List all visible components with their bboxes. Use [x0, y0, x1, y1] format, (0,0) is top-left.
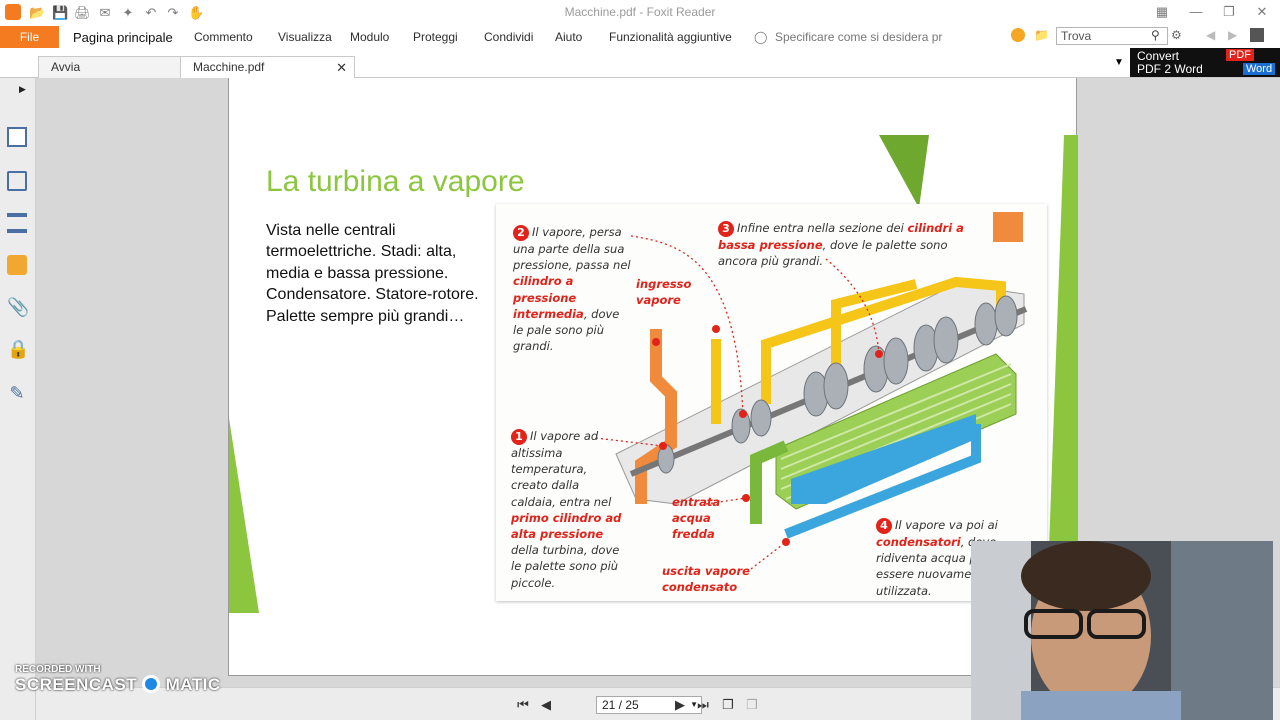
convert-pdf-banner[interactable]: Convert PDF 2 Word PDF Word	[1130, 48, 1280, 77]
label-ingresso-vapore: ingresso vapore	[636, 277, 692, 307]
annotation-2-number: 2	[513, 225, 529, 241]
menu-home[interactable]: Pagina principale	[73, 30, 173, 45]
menu-protect[interactable]: Proteggi	[413, 30, 458, 44]
label-entrata-acqua: entrata acqua fredda	[672, 495, 721, 541]
menu-share[interactable]: Condividi	[484, 30, 533, 44]
annotation-4-number: 4	[876, 518, 892, 534]
expand-panel-icon[interactable]: ▶	[19, 84, 26, 95]
pages-icon[interactable]	[7, 171, 27, 191]
label-uscita-vapore: uscita vapore condensato	[662, 564, 750, 594]
screencast-watermark: RECORDED WITH SCREENCAST MATIC	[15, 664, 221, 695]
menu-comment[interactable]: Commento	[194, 30, 253, 44]
annotation-4-highlight: condensatori	[876, 535, 961, 549]
annotation-3-text: Infine entra nella sezione dei	[737, 221, 908, 235]
annotation-1-text: Il vapore ad altissima temperatura, crea…	[511, 429, 612, 509]
screencast-logo-icon	[142, 675, 161, 693]
page-number: 21 / 25	[602, 698, 639, 712]
document-tabs: Avvia Macchine.pdf ✕ ▼	[0, 51, 1280, 78]
first-page-button[interactable]: ⏮	[515, 697, 531, 713]
next-page-button[interactable]: ▶	[672, 697, 688, 713]
layers-icon[interactable]	[7, 213, 27, 233]
tab-label: Macchine.pdf	[193, 60, 265, 74]
menu-help[interactable]: Aiuto	[555, 30, 582, 44]
annotation-3: 3 Infine entra nella sezione dei cilindri…	[718, 220, 968, 269]
title-bar: 📂 💾 🖨 ✉ ✦ ↶ ↷ ✋ Macchine.pdf - Foxit Rea…	[0, 0, 1280, 26]
tab-avvia[interactable]: Avvia	[38, 56, 182, 78]
restore-button[interactable]: ❐	[1219, 3, 1239, 21]
forward-icon[interactable]: ▶	[1228, 28, 1237, 42]
tell-me-input[interactable]: Specificare come si desidera pr	[775, 30, 942, 44]
user-icon[interactable]	[1250, 28, 1264, 42]
back-icon[interactable]: ◀	[1206, 28, 1215, 42]
word-badge: Word	[1243, 63, 1276, 75]
watermark-line2: SCREENCAST	[15, 675, 138, 694]
annotation-1-rest: della turbina, dove le palette sono più …	[511, 543, 620, 590]
convert-line2: PDF 2 Word	[1137, 62, 1203, 76]
lightbulb-icon: ◯	[754, 30, 768, 44]
tab-list-icon[interactable]: ▼	[1114, 57, 1124, 68]
search-icon[interactable]: ⚲	[1151, 28, 1160, 42]
webcam-image	[971, 541, 1273, 720]
watermark-line1: RECORDED WITH	[15, 664, 101, 675]
turbine-diagram: 2 Il vapore, persa una parte della sua pr…	[496, 204, 1047, 601]
gear-icon[interactable]: ⚙	[1171, 28, 1182, 42]
minimize-button[interactable]: —	[1186, 3, 1206, 21]
annotation-2-highlight: cilindro a pressione intermedia	[513, 274, 584, 321]
menu-form[interactable]: Modulo	[350, 30, 389, 44]
next-view-icon[interactable]: ❐	[744, 697, 760, 713]
annotation-1-highlight: primo cilindro ad alta pressione	[511, 510, 622, 542]
annotation-2-text: Il vapore, persa una parte della sua pre…	[513, 225, 631, 273]
last-page-button[interactable]: ⏭	[695, 697, 711, 713]
annotation-1: 1 Il vapore ad altissima temperatura, cre…	[511, 428, 626, 591]
prev-page-button[interactable]: ◀	[538, 697, 554, 713]
annotation-2: 2 Il vapore, persa una parte della sua pr…	[513, 224, 631, 354]
pdf-badge: PDF	[1226, 49, 1254, 61]
layout-icon[interactable]: ▦	[1152, 3, 1172, 21]
tab-label: Avvia	[51, 60, 81, 74]
smile-icon[interactable]	[1011, 28, 1025, 42]
signature-icon[interactable]: ✎	[7, 383, 27, 403]
menu-addons[interactable]: Funzionalità aggiuntive	[609, 30, 732, 44]
slide-title: La turbina a vapore	[266, 165, 525, 198]
convert-line1: Convert	[1137, 49, 1180, 63]
security-icon[interactable]: 🔒	[7, 339, 29, 359]
ribbon-menu: File Pagina principale Commento Visualiz…	[0, 26, 1280, 51]
file-menu[interactable]: File	[0, 26, 59, 48]
annotation-1-number: 1	[511, 429, 527, 445]
close-button[interactable]: ✕	[1252, 3, 1272, 21]
attachments-icon[interactable]: 📎	[7, 297, 29, 317]
window-title: Macchine.pdf - Foxit Reader	[564, 5, 716, 19]
slide-body-text: Vista nelle centrali termoelettriche. St…	[266, 222, 479, 325]
annotation-4-text: Il vapore va poi ai	[895, 518, 998, 532]
previous-view-icon[interactable]: ❐	[720, 697, 736, 713]
bookmarks-icon[interactable]	[7, 127, 27, 147]
comments-icon[interactable]	[7, 255, 27, 275]
close-tab-icon[interactable]: ✕	[336, 57, 347, 78]
watermark-line3: MATIC	[165, 675, 221, 694]
left-sidebar: ▶ 📎 🔒 ✎	[0, 78, 36, 720]
folder-search-icon[interactable]: 📁	[1034, 28, 1049, 42]
annotation-3-number: 3	[718, 221, 734, 237]
webcam-overlay	[971, 541, 1273, 720]
tab-macchine[interactable]: Macchine.pdf ✕	[180, 56, 355, 78]
menu-view[interactable]: Visualizza	[278, 30, 332, 44]
